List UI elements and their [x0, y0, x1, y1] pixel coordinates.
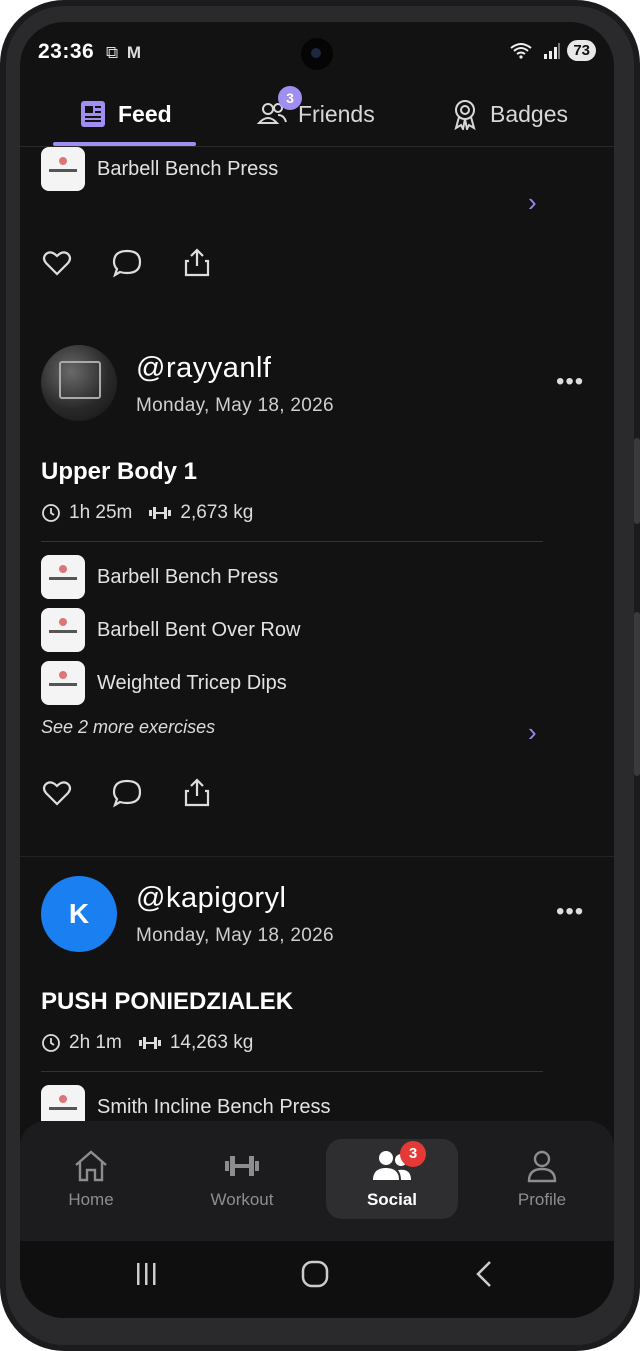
avatar[interactable]: K — [41, 876, 117, 952]
exercise-item[interactable]: Barbell Bench Press — [41, 147, 278, 191]
exercise-name: Barbell Bench Press — [97, 157, 279, 180]
tab-friends[interactable]: Friends — [256, 82, 375, 146]
exercise-name: Barbell Bent Over Row — [97, 618, 301, 641]
friends-count-badge: 3 — [278, 86, 302, 110]
post-username[interactable]: @kapigoryl — [136, 882, 287, 915]
exercise-thumbnail — [41, 661, 85, 705]
exercise-item[interactable]: Smith Incline Bench Press — [41, 1085, 330, 1121]
exercise-item[interactable]: Barbell Bench Press — [41, 555, 278, 599]
nav-workout-label: Workout — [210, 1190, 274, 1209]
exercise-thumbnail — [41, 608, 85, 652]
nav-home[interactable]: Home — [25, 1139, 157, 1219]
nav-workout[interactable]: Workout — [176, 1139, 308, 1219]
comment-icon[interactable] — [111, 777, 143, 809]
profile-icon — [527, 1150, 557, 1183]
more-options-icon[interactable]: ••• — [556, 368, 584, 396]
recent-apps-icon[interactable] — [132, 1259, 162, 1289]
social-notification-badge: 3 — [400, 1141, 426, 1167]
post-username[interactable]: @rayyanlf — [136, 352, 271, 385]
power-button — [634, 612, 640, 776]
wifi-icon — [510, 42, 532, 59]
exercise-name: Weighted Tricep Dips — [97, 671, 287, 694]
see-more-exercises[interactable]: See 2 more exercises — [41, 717, 215, 738]
active-tab-indicator — [53, 142, 196, 146]
avatar[interactable] — [41, 345, 117, 421]
battery-indicator: 73 — [567, 40, 596, 61]
chevron-right-icon[interactable]: › — [528, 717, 537, 748]
post-actions — [41, 247, 213, 279]
status-right: 73 — [509, 40, 596, 61]
workout-title[interactable]: Upper Body 1 — [41, 458, 197, 486]
workout-stats: 2h 1m 14,263 kg — [41, 1032, 253, 1054]
post-actions — [41, 777, 213, 809]
status-time: 23:36 — [38, 40, 95, 63]
badge-icon — [454, 100, 476, 130]
exercise-name: Barbell Bench Press — [97, 565, 279, 588]
front-camera — [301, 38, 333, 70]
home-button-icon[interactable] — [300, 1259, 330, 1289]
like-heart-icon[interactable] — [41, 777, 73, 809]
workout-stats: 1h 25m 2,673 kg — [41, 502, 253, 524]
volume-button — [634, 438, 640, 524]
nav-social-label: Social — [366, 1190, 418, 1209]
tab-badges-label: Badges — [490, 100, 569, 127]
post-date: Monday, May 18, 2026 — [136, 395, 334, 416]
share-icon[interactable] — [181, 247, 213, 279]
phone-frame: 23:36 ⧉ M 73 Feed Friends Badges 3 Barbe… — [0, 0, 640, 1351]
exercise-thumbnail — [41, 555, 85, 599]
post-divider — [20, 856, 614, 857]
tab-feed-label: Feed — [118, 100, 172, 127]
gmail-icon: M — [126, 43, 142, 62]
dumbbell-icon — [138, 1037, 161, 1049]
post-date: Monday, May 18, 2026 — [136, 925, 334, 946]
like-heart-icon[interactable] — [41, 247, 73, 279]
divider — [41, 541, 543, 542]
feed-list[interactable]: Barbell Bench Press › @rayyanlf Monday, … — [20, 147, 614, 1121]
home-icon — [75, 1150, 107, 1182]
clock-icon — [42, 1034, 60, 1052]
dumbbell-icon — [149, 507, 172, 519]
notification-icons: ⧉ M — [106, 43, 141, 63]
screen: 23:36 ⧉ M 73 Feed Friends Badges 3 Barbe… — [20, 22, 614, 1318]
tab-friends-label: Friends — [298, 100, 375, 127]
chevron-right-icon[interactable]: › — [528, 187, 537, 218]
workout-duration: 1h 25m — [69, 502, 133, 523]
newspaper-icon — [81, 101, 105, 127]
workout-title[interactable]: PUSH PONIEDZIALEK — [41, 988, 293, 1016]
exercise-item[interactable]: Barbell Bent Over Row — [41, 608, 300, 652]
more-options-icon[interactable]: ••• — [556, 898, 584, 926]
signal-icon — [544, 42, 561, 59]
social-tabs: Feed Friends Badges — [20, 82, 614, 147]
nav-profile[interactable]: Profile — [476, 1139, 608, 1219]
system-navigation-bar — [20, 1241, 614, 1318]
dumbbell-icon — [225, 1156, 259, 1176]
status-bar: 23:36 ⧉ M 73 — [20, 22, 614, 78]
nav-home-label: Home — [68, 1190, 114, 1209]
clock-icon — [42, 504, 60, 522]
tab-badges[interactable]: Badges — [450, 82, 568, 146]
nav-profile-label: Profile — [517, 1190, 567, 1209]
bottom-navigation: Home Workout Social 3 Profile — [20, 1121, 614, 1241]
exercise-thumbnail — [41, 147, 85, 191]
comment-icon[interactable] — [111, 247, 143, 279]
divider — [41, 1071, 543, 1072]
share-icon[interactable] — [181, 777, 213, 809]
exercise-name: Smith Incline Bench Press — [97, 1095, 331, 1118]
screenshot-icon: ⧉ — [106, 43, 119, 62]
workout-volume: 2,673 kg — [180, 502, 254, 523]
exercise-item[interactable]: Weighted Tricep Dips — [41, 661, 287, 705]
exercise-thumbnail — [41, 1085, 85, 1121]
nav-social[interactable]: Social 3 — [326, 1139, 458, 1219]
workout-duration: 2h 1m — [69, 1032, 122, 1053]
back-icon[interactable] — [470, 1259, 500, 1289]
workout-volume: 14,263 kg — [169, 1032, 254, 1053]
tab-feed[interactable]: Feed — [78, 82, 172, 146]
